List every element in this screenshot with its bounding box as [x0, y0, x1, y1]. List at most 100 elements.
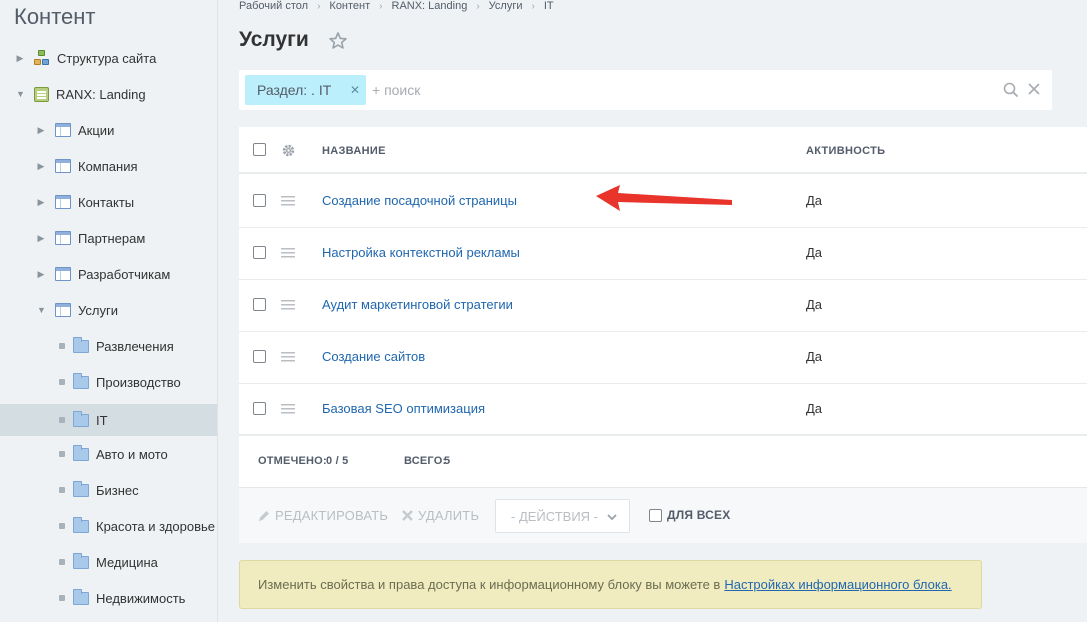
sidebar-item-it[interactable]: IT	[0, 404, 217, 436]
chevron-down-icon[interactable]: ▼	[37, 305, 46, 315]
sidebar-item-razvlecheniya[interactable]: Развлечения	[0, 330, 217, 362]
chevron-right-icon[interactable]: ▶	[37, 269, 45, 279]
table-row[interactable]: Создание сайтов Да	[239, 332, 1087, 384]
folder-icon	[73, 480, 89, 497]
chevron-right-icon: ›	[379, 0, 383, 12]
sidebar-item-label: Бизнес	[96, 482, 139, 498]
row-name-link[interactable]: Создание сайтов	[322, 349, 425, 364]
sidebar-item-nedvizhimost[interactable]: Недвижимость	[0, 582, 217, 614]
table-icon	[55, 231, 71, 245]
selected-label: ОТМЕЧЕНО:	[258, 455, 327, 467]
breadcrumb-item[interactable]: RANX: Landing	[392, 0, 468, 12]
sidebar-item-krasota[interactable]: Красота и здоровье	[0, 510, 217, 542]
delete-button[interactable]: УДАЛИТЬ	[401, 508, 479, 523]
grid-footer: ОТМЕЧЕНО: 0 / 5 ВСЕГО: 5	[239, 438, 1087, 487]
folder-icon	[73, 410, 89, 427]
folder-icon	[73, 588, 89, 605]
folder-icon	[73, 516, 89, 533]
sidebar-title: Контент	[14, 4, 96, 29]
chevron-right-icon[interactable]: ▶	[37, 161, 45, 171]
sidebar-item-akcii[interactable]: ▶ Акции	[0, 114, 217, 146]
for-all-checkbox[interactable]	[649, 508, 662, 522]
breadcrumb-item[interactable]: Услуги	[489, 0, 523, 12]
row-name-link[interactable]: Создание посадочной страницы	[322, 193, 517, 208]
table-icon	[55, 303, 71, 317]
breadcrumb-item[interactable]: Рабочий стол	[239, 0, 308, 12]
breadcrumb-item[interactable]: IT	[544, 0, 554, 12]
folder-icon	[73, 552, 89, 569]
star-icon[interactable]	[328, 31, 348, 51]
sidebar-item-medicina[interactable]: Медицина	[0, 546, 217, 578]
actions-select[interactable]: - ДЕЙСТВИЯ -	[495, 499, 630, 533]
drag-handle-icon[interactable]	[281, 352, 295, 362]
breadcrumb: Рабочий стол › Контент › RANX: Landing ›…	[239, 0, 554, 12]
sidebar-item-label: RANX: Landing	[56, 86, 146, 102]
chevron-right-icon[interactable]: ▶	[37, 233, 45, 243]
sidebar-item-label: Развлечения	[96, 338, 174, 354]
table-icon	[55, 159, 71, 173]
sidebar-item-proizvodstvo[interactable]: Производство	[0, 366, 217, 398]
bullet-icon	[59, 487, 65, 493]
sidebar-item-kontakty[interactable]: ▶ Контакты	[0, 186, 217, 218]
structure-icon	[34, 50, 50, 66]
table-row[interactable]: Аудит маркетинговой стратегии Да	[239, 280, 1087, 332]
for-all-option[interactable]: ДЛЯ ВСЕХ	[649, 508, 730, 522]
row-name-link[interactable]: Аудит маркетинговой стратегии	[322, 297, 513, 312]
edit-button-label: РЕДАКТИРОВАТЬ	[275, 508, 389, 523]
edit-button[interactable]: РЕДАКТИРОВАТЬ	[257, 508, 388, 523]
chevron-right-icon[interactable]: ▶	[37, 197, 45, 207]
delete-x-icon	[402, 510, 413, 521]
row-name-link[interactable]: Базовая SEO оптимизация	[322, 401, 485, 416]
landing-icon	[34, 86, 49, 102]
drag-handle-icon[interactable]	[281, 196, 295, 206]
table-row[interactable]: Базовая SEO оптимизация Да	[239, 384, 1087, 436]
sidebar-item-label: Недвижимость	[96, 590, 186, 606]
sidebar-item-ranx-landing[interactable]: ▼ RANX: Landing	[0, 78, 217, 110]
row-name-link[interactable]: Настройка контекстной рекламы	[322, 245, 520, 260]
sidebar-item-avto[interactable]: Авто и мото	[0, 438, 217, 470]
row-checkbox[interactable]	[253, 298, 266, 311]
table-row[interactable]: Настройка контекстной рекламы Да	[239, 228, 1087, 280]
select-all-checkbox[interactable]	[253, 143, 266, 156]
column-header-active[interactable]: АКТИВНОСТЬ	[806, 145, 885, 157]
sidebar-item-structure[interactable]: ▶ Структура сайта	[0, 42, 217, 74]
iblock-settings-link[interactable]: Настройках информационного блока.	[724, 577, 951, 592]
sidebar-item-biznes[interactable]: Бизнес	[0, 474, 217, 506]
total-count: 5	[444, 455, 451, 467]
sidebar-item-kompaniya[interactable]: ▶ Компания	[0, 150, 217, 182]
drag-handle-icon[interactable]	[281, 300, 295, 310]
chevron-down-icon	[607, 514, 617, 521]
info-notice: Изменить свойства и права доступа к инфо…	[239, 560, 982, 609]
gear-icon[interactable]	[281, 143, 296, 158]
clear-icon[interactable]	[1027, 82, 1041, 96]
sidebar-item-label: Структура сайта	[57, 50, 157, 66]
breadcrumb-item[interactable]: Контент	[329, 0, 370, 12]
page-title: Услуги	[239, 28, 309, 51]
drag-handle-icon[interactable]	[281, 248, 295, 258]
sidebar-item-label: Партнерам	[78, 230, 146, 246]
bullet-icon	[59, 523, 65, 529]
bullet-icon	[59, 559, 65, 565]
row-checkbox[interactable]	[253, 194, 266, 207]
row-checkbox[interactable]	[253, 246, 266, 259]
sidebar-item-label: Акции	[78, 122, 115, 138]
row-checkbox[interactable]	[253, 350, 266, 363]
chevron-right-icon[interactable]: ▶	[37, 125, 45, 135]
close-icon[interactable]: ✕	[350, 83, 360, 97]
sidebar-item-partneram[interactable]: ▶ Партнерам	[0, 222, 217, 254]
search-icon[interactable]	[1003, 82, 1019, 98]
table-icon	[55, 267, 71, 281]
row-active-value: Да	[806, 401, 823, 416]
sidebar-item-label: Компания	[78, 158, 138, 174]
filter-chip[interactable]: Раздел: . IT ✕	[245, 75, 366, 105]
column-header-name[interactable]: НАЗВАНИЕ	[322, 145, 386, 157]
sidebar-item-label: Медицина	[96, 554, 158, 570]
table-row[interactable]: Создание посадочной страницы Да	[239, 176, 1087, 228]
row-checkbox[interactable]	[253, 402, 266, 415]
chevron-down-icon[interactable]: ▼	[16, 89, 25, 99]
chevron-right-icon[interactable]: ▶	[16, 53, 24, 63]
sidebar-item-uslugi[interactable]: ▼ Услуги	[0, 294, 217, 326]
sidebar-item-razrabotchikam[interactable]: ▶ Разработчикам	[0, 258, 217, 290]
search-input[interactable]	[372, 75, 972, 105]
drag-handle-icon[interactable]	[281, 404, 295, 414]
